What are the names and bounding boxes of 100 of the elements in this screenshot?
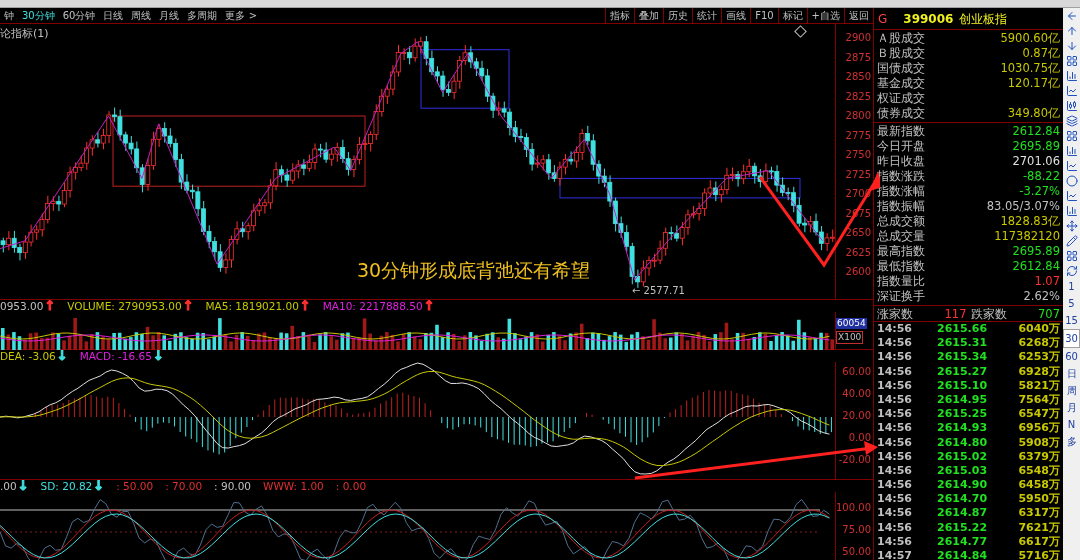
- move-icon[interactable]: [1065, 218, 1078, 233]
- tick-volume: 6617万: [1018, 534, 1060, 549]
- bar-chart-icon[interactable]: [1065, 203, 1078, 218]
- stat-label: 国债成交: [877, 61, 925, 76]
- circle-icon[interactable]: [1065, 173, 1078, 188]
- chart-button[interactable]: 画线: [721, 8, 751, 23]
- chart-button[interactable]: F10: [750, 8, 778, 23]
- period-button[interactable]: 60: [1063, 348, 1080, 365]
- tick-price: 2615.03: [937, 463, 989, 479]
- bar-chart-icon[interactable]: [1065, 143, 1078, 158]
- tick-price: 2615.10: [937, 378, 989, 393]
- stat-label: 今日开盘: [877, 139, 925, 154]
- tick-time: 14:56: [877, 534, 913, 549]
- chart-button[interactable]: 返回: [844, 8, 873, 23]
- chart-button[interactable]: 标记: [777, 8, 807, 23]
- tick-price: 2614.95: [937, 392, 989, 408]
- indicator-legend: MACD: -16.65↓: [79, 350, 164, 362]
- period-button[interactable]: N: [1063, 416, 1080, 433]
- bar-chart-icon[interactable]: [1065, 68, 1078, 83]
- axis-label: 2775: [845, 129, 871, 142]
- stat-label: 指数涨幅: [877, 184, 925, 199]
- period-tab[interactable]: 多周期: [183, 8, 222, 23]
- period-tab[interactable]: 日线: [99, 8, 128, 23]
- stat-value: 120.17亿: [1007, 76, 1060, 91]
- stat-value: 117382120: [994, 229, 1060, 244]
- refresh-icon[interactable]: [1065, 263, 1078, 278]
- line-chart-icon[interactable]: [1065, 188, 1078, 203]
- stat-label: 昨日收盘: [877, 154, 925, 169]
- axis-label: 2825: [845, 90, 871, 103]
- tick-time: 14:56: [877, 378, 913, 393]
- stat-label: 深证换手: [877, 289, 925, 304]
- stat-value: 5900.60亿: [1000, 31, 1060, 46]
- tick-volume: 6040万: [1018, 322, 1060, 337]
- period-button[interactable]: 1: [1063, 278, 1080, 295]
- tick-price: 2615.34: [937, 350, 989, 365]
- period-button[interactable]: 15: [1063, 312, 1080, 329]
- period-tab[interactable]: 60分钟: [58, 8, 100, 23]
- axis-label: 100.00: [836, 502, 871, 514]
- tick-price: 2614.77: [937, 534, 989, 549]
- axis-label: 2750: [845, 149, 871, 161]
- layers-icon[interactable]: [1065, 113, 1078, 128]
- axis-label: 2900: [845, 32, 871, 44]
- period-button[interactable]: 月: [1063, 399, 1080, 416]
- period-button[interactable]: 30: [1063, 329, 1080, 348]
- period-button[interactable]: 日: [1063, 365, 1080, 382]
- chart-button[interactable]: 统计: [692, 8, 722, 23]
- declining-count: 707: [1038, 305, 1060, 322]
- stat-label: 最低指数: [877, 259, 925, 274]
- period-button[interactable]: 周: [1063, 382, 1080, 399]
- tick-price: 2615.02: [937, 449, 989, 464]
- stat-label: 总成交额: [877, 214, 925, 229]
- chart-button[interactable]: +自选: [806, 8, 844, 23]
- indicator-legend: : 90.00: [214, 480, 251, 492]
- tick-price: 2615.27: [937, 364, 989, 379]
- period-tab[interactable]: 30分钟: [18, 8, 59, 23]
- stat-label: 指数量比: [877, 274, 925, 289]
- grid-icon[interactable]: [1065, 128, 1078, 143]
- indicator-legend: 0953.00↑: [0, 300, 56, 312]
- line-chart-icon[interactable]: [1065, 158, 1078, 173]
- indicator-legend: : 0.00: [335, 480, 367, 492]
- trend-arrow: ↑: [182, 300, 194, 312]
- axis-label: 40.00: [842, 388, 871, 400]
- tick-price: 2615.31: [937, 336, 989, 351]
- tick-time: 14:56: [877, 336, 913, 351]
- tick-time: 14:56: [877, 392, 913, 408]
- axis-label: 2800: [845, 110, 871, 122]
- axis-label: 2625: [845, 246, 871, 259]
- period-tab[interactable]: 月线: [155, 8, 184, 23]
- tick-volume: 6548万: [1018, 463, 1060, 479]
- stat-label: 最高指数: [877, 244, 925, 259]
- tick-price: 2615.25: [937, 407, 989, 422]
- indicator-legend: VOLUME: 2790953.00↑: [67, 300, 194, 312]
- tick-volume: 6956万: [1018, 421, 1060, 436]
- pencil-icon[interactable]: [1065, 233, 1078, 248]
- tick-volume: 6268万: [1018, 336, 1060, 351]
- stat-value: 1828.83亿: [1000, 214, 1060, 229]
- grid-icon[interactable]: [1065, 53, 1078, 68]
- candlestick-icon[interactable]: [1065, 98, 1078, 113]
- trend-arrow: ↓: [56, 350, 68, 362]
- tick-time: 14:56: [877, 492, 913, 507]
- indicator-legend: : 70.00: [165, 480, 203, 492]
- chart-button[interactable]: 历史: [663, 8, 693, 23]
- tick-price: 2614.84: [937, 549, 989, 560]
- period-button[interactable]: 多: [1063, 433, 1080, 450]
- tick-price: 2615.22: [937, 520, 989, 535]
- axis-label: 20.00: [842, 410, 871, 422]
- chart-button[interactable]: 叠加: [634, 8, 664, 23]
- line-chart-icon[interactable]: [1065, 83, 1078, 98]
- axis-label: -20.00: [838, 454, 871, 466]
- period-tab[interactable]: 更多 >: [221, 8, 262, 23]
- period-button[interactable]: 5: [1063, 295, 1080, 312]
- stat-label: Ｂ股成交: [877, 46, 925, 61]
- stat-label: 总成交量: [877, 229, 925, 244]
- indicator-legend: MA10: 2217888.50↑: [322, 300, 435, 312]
- tick-volume: 6253万: [1018, 350, 1060, 365]
- grid-icon[interactable]: [1065, 248, 1078, 263]
- period-tab[interactable]: 钟: [0, 8, 18, 23]
- period-tab[interactable]: 周线: [127, 8, 156, 23]
- chart-button[interactable]: 指标: [605, 8, 635, 23]
- trend-arrow: ↑: [44, 300, 56, 312]
